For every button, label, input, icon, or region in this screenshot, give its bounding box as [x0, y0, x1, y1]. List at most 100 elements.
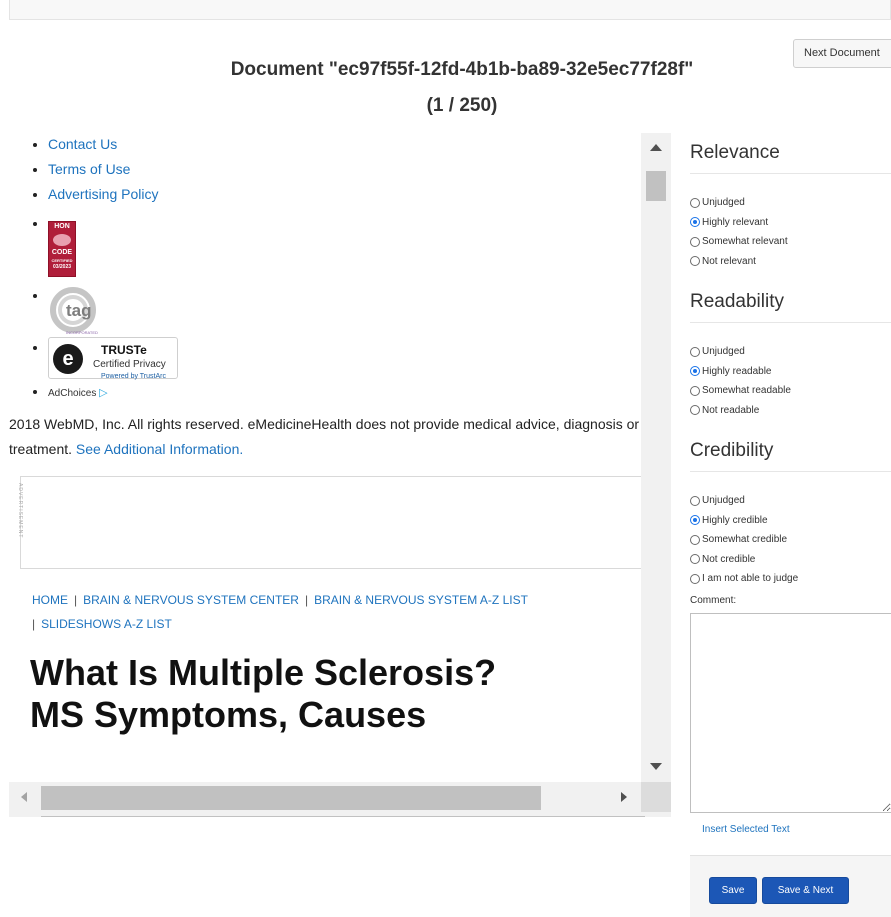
insert-selected-text-link[interactable]: Insert Selected Text — [702, 824, 891, 835]
hon-code-badge[interactable]: HON CODE CERTIFIED 03/2023 — [48, 221, 76, 277]
radio-button[interactable] — [690, 346, 700, 357]
option-label: Not readable — [702, 404, 760, 416]
breadcrumb-separator: | — [32, 617, 36, 631]
list-item: Terms of Use — [48, 159, 641, 184]
scroll-right-arrow-icon[interactable] — [621, 792, 627, 802]
radio-button[interactable] — [690, 197, 700, 208]
readability-option-unjudged[interactable]: Unjudged — [690, 342, 891, 362]
option-label: Highly readable — [702, 365, 772, 377]
list-item: e TRUSTe Certified Privacy Powered by Tr… — [48, 337, 641, 380]
truste-powered-by: Powered by TrustArc — [101, 373, 166, 380]
option-label: Somewhat relevant — [702, 236, 788, 248]
document-content: Contact Us Terms of Use Advertising Poli… — [9, 133, 641, 782]
document-viewer[interactable]: Contact Us Terms of Use Advertising Poli… — [9, 133, 671, 817]
radio-button[interactable] — [690, 554, 700, 565]
vertical-scrollbar[interactable] — [641, 133, 671, 782]
credibility-title: Credibility — [690, 440, 774, 461]
option-label: Highly credible — [702, 514, 768, 526]
terms-of-use-link[interactable]: Terms of Use — [48, 161, 130, 177]
radio-button[interactable] — [690, 236, 700, 247]
vertical-scroll-thumb[interactable] — [646, 171, 666, 201]
readability-option-somewhat-readable[interactable]: Somewhat readable — [690, 381, 891, 401]
top-bar — [9, 0, 891, 20]
list-item: HON CODE CERTIFIED 03/2023 — [48, 213, 641, 277]
advertisement-box[interactable]: ADVERTISEMENT — [17, 476, 641, 569]
radio-button[interactable] — [690, 495, 700, 506]
readability-option-highly-readable[interactable]: Highly readable — [690, 362, 891, 382]
readability-option-not-readable[interactable]: Not readable — [690, 401, 891, 421]
list-item: tag INCORPORATED — [48, 285, 641, 335]
option-label: Not credible — [702, 553, 756, 565]
divider — [690, 471, 891, 472]
radio-button-checked[interactable] — [690, 217, 700, 228]
document-title: Document "ec97f55f-12fd-4b1b-ba89-32e5ec… — [230, 59, 694, 116]
radio-button[interactable] — [690, 385, 700, 396]
save-and-next-button[interactable]: Save & Next — [762, 877, 849, 904]
divider — [690, 322, 891, 323]
relevance-option-somewhat-relevant[interactable]: Somewhat relevant — [690, 232, 891, 252]
contact-us-link[interactable]: Contact Us — [48, 136, 117, 152]
divider — [690, 173, 891, 174]
hon-code-text: CODE — [51, 249, 73, 256]
footer-links: Contact Us Terms of Use Advertising Poli… — [9, 134, 641, 402]
breadcrumb-center-link[interactable]: BRAIN & NERVOUS SYSTEM CENTER — [83, 593, 299, 607]
inner-horizontal-scroll-thumb[interactable] — [41, 786, 541, 810]
radio-button-checked[interactable] — [690, 515, 700, 526]
credibility-option-unjudged[interactable]: Unjudged — [690, 491, 891, 511]
breadcrumb-home-link[interactable]: HOME — [32, 593, 68, 607]
credibility-option-somewhat-credible[interactable]: Somewhat credible — [690, 530, 891, 550]
adchoices-label: AdChoices — [48, 388, 97, 399]
adchoices-link[interactable]: AdChoices ▷ — [48, 387, 108, 399]
hon-date-text: 03/2023 — [52, 264, 72, 270]
relevance-options: Unjudged Highly relevant Somewhat releva… — [690, 193, 891, 271]
credibility-options: Unjudged Highly credible Somewhat credib… — [690, 491, 891, 589]
readability-options: Unjudged Highly readable Somewhat readab… — [690, 342, 891, 420]
credibility-option-not-credible[interactable]: Not credible — [690, 550, 891, 570]
option-label: Unjudged — [702, 197, 745, 209]
save-button[interactable]: Save — [709, 877, 757, 904]
radio-button[interactable] — [690, 405, 700, 416]
breadcrumb-slideshows-link[interactable]: SLIDESHOWS A-Z LIST — [41, 617, 172, 631]
relevance-option-not-relevant[interactable]: Not relevant — [690, 252, 891, 272]
hon-icon — [53, 234, 71, 246]
option-label: Unjudged — [702, 346, 745, 358]
scroll-down-arrow-icon[interactable] — [650, 763, 662, 770]
list-item: Advertising Policy — [48, 184, 641, 209]
radio-button-checked[interactable] — [690, 366, 700, 377]
relevance-option-highly-relevant[interactable]: Highly relevant — [690, 213, 891, 233]
action-bar: Save Save & Next — [690, 855, 891, 917]
outer-horizontal-scroll-thumb[interactable] — [41, 816, 645, 817]
inner-horizontal-scrollbar[interactable] — [9, 782, 641, 812]
radio-button[interactable] — [690, 573, 700, 584]
option-label: Somewhat readable — [702, 385, 791, 397]
see-additional-information-link[interactable]: See Additional Information. — [76, 441, 243, 457]
next-document-button[interactable]: Next Document — [793, 39, 891, 68]
breadcrumb-separator: | — [74, 593, 78, 607]
adchoices-icon: ▷ — [99, 387, 108, 399]
readability-title: Readability — [690, 291, 784, 312]
credibility-option-highly-credible[interactable]: Highly credible — [690, 511, 891, 531]
option-label: Highly relevant — [702, 216, 769, 228]
radio-button[interactable] — [690, 256, 700, 267]
comment-textarea[interactable] — [690, 612, 891, 813]
outer-horizontal-scrollbar[interactable] — [9, 812, 671, 817]
credibility-option-not-able-to-judge[interactable]: I am not able to judge — [690, 569, 891, 589]
article-title: What Is Multiple Sclerosis? MS Symptoms,… — [30, 652, 497, 735]
advertising-policy-link[interactable]: Advertising Policy — [48, 186, 159, 202]
comment-label: Comment: — [690, 594, 737, 606]
tag-logo-badge[interactable]: tag INCORPORATED — [48, 285, 106, 335]
judging-panel: Relevance Unjudged Highly relevant Somew… — [690, 133, 891, 835]
advertisement-label: ADVERTISEMENT — [17, 483, 23, 539]
scroll-left-arrow-icon[interactable] — [21, 792, 27, 802]
copyright-notice: 2018 WebMD, Inc. All rights reserved. eM… — [9, 402, 641, 462]
relevance-title: Relevance — [690, 142, 780, 163]
hon-text: HON — [54, 223, 70, 230]
option-label: I am not able to judge — [702, 573, 799, 585]
relevance-option-unjudged[interactable]: Unjudged — [690, 193, 891, 213]
scroll-up-arrow-icon[interactable] — [650, 144, 662, 151]
radio-button[interactable] — [690, 534, 700, 545]
breadcrumb-separator: | — [304, 593, 309, 607]
tag-text: tag — [66, 301, 92, 320]
breadcrumb-az-link[interactable]: BRAIN & NERVOUS SYSTEM A-Z LIST — [314, 593, 528, 607]
truste-badge[interactable]: e TRUSTe Certified Privacy Powered by Tr… — [48, 337, 178, 380]
